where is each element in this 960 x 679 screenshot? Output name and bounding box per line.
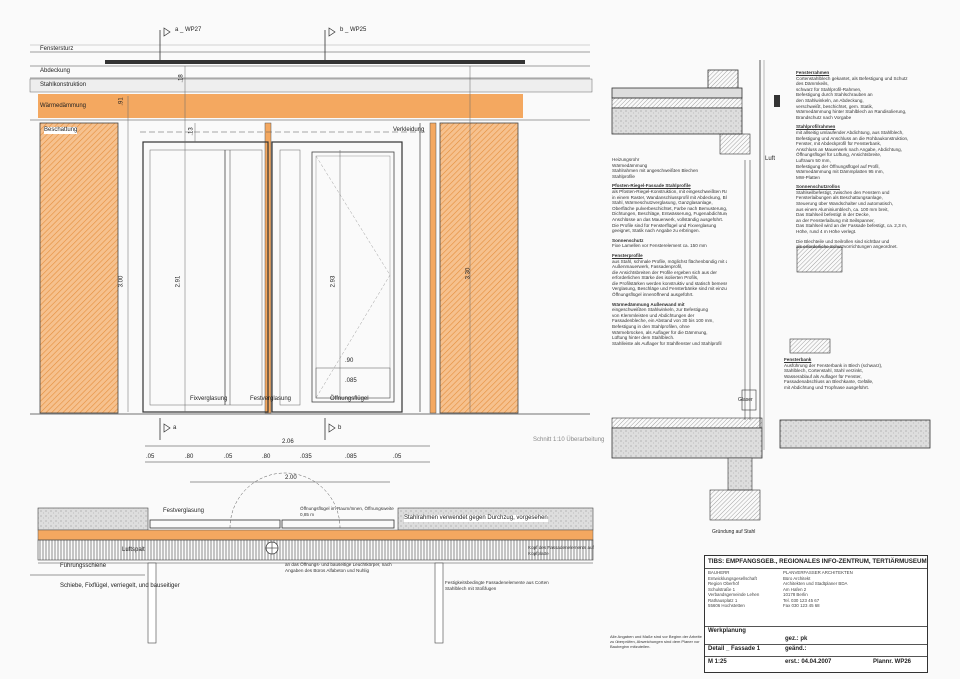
phase-label: Werkplanung [708, 628, 746, 634]
plan-label-kopfbeschlag: Kopf des Fassadenelements auf Kopfplatte [528, 545, 594, 556]
plan-label-schiebe: Schiebe, Fixflügel, verriegelt, und baus… [60, 583, 180, 589]
dim-row-1: .80 [185, 454, 194, 460]
label-beschattung: Beschattung [44, 127, 78, 134]
dim-total: 2.06 [282, 439, 294, 445]
label-detail-ref: Schnitt 1:10 Überarbeitung [533, 437, 605, 443]
dim-row2: 2.00 [285, 475, 297, 481]
dim-row-0: .05 [146, 454, 155, 460]
architect-label: PLANVERFASSER ARCHITEKTEN [783, 570, 853, 575]
section-mark-b: b _ WP25 [340, 27, 367, 33]
label-abdeckung: Abdeckung [40, 68, 71, 74]
footnote: Alle Angaben und Maße sind vor Beginn de… [610, 634, 702, 649]
created-date: erst.: 04.04.2007 [785, 659, 832, 665]
note-r4-line: als erforderliche Schutzvorrichtungen an… [796, 244, 898, 250]
dim-row-4: .035 [300, 454, 312, 460]
architect-line: Architekten und Stadtplaner BDA [783, 581, 848, 586]
section-label-glaser: Glaser [738, 397, 753, 403]
note-p4-line: Stahlleiste als Auflager für Stahlfenste… [612, 340, 722, 346]
section-right-notes: Fensterrahmen Cortenstahlblech gekantet,… [796, 70, 928, 250]
title-block: TIBS: EMPFANGSGEB., REGIONALES INFO-ZENT… [704, 555, 928, 673]
note-r5-title: Fensterbank [784, 357, 812, 362]
bottom-mark-b: b [338, 425, 342, 431]
note-r2-title: Stahlprofilrahmen [796, 124, 836, 130]
section-left-notes: Heizungsrohr Wärmedämmung Stahlrahmen mi… [612, 157, 727, 346]
scale-label: M 1:25 [708, 659, 727, 665]
note-p2-title: Sonnenschutz [612, 237, 644, 243]
project-title: TIBS: EMPFANGSGEB., REGIONALES INFO-ZENT… [708, 558, 927, 565]
plan-label-fluegel: Öffnungsflügel im Raum/Innen, Öffnungswe… [300, 506, 394, 517]
label-fixverglasung: Fixverglasung [190, 396, 228, 402]
dim-row-5: .085 [345, 454, 357, 460]
architect-line: Fax 030 123 45 68 [783, 603, 820, 608]
plan-label-stahlrahmen: Stahlrahmen verwendet gegen Durchzug, vo… [404, 515, 548, 522]
plan-view [30, 472, 594, 644]
plan-label-fassade: Festigkeitsbedingte Fassadenelemente aus… [445, 580, 549, 591]
dim-v-4: 2.91 [175, 275, 182, 288]
dim-v-5: 2.93 [330, 275, 337, 288]
elevation-view [29, 27, 593, 483]
note-r5-line: mit Abdichtung und Tropfnase ausgeführt. [784, 384, 870, 390]
note-p4-title: Wärmedämmung Außenwand mit [612, 301, 685, 307]
plan-label-festverglasung: Festverglasung [163, 508, 205, 515]
dim-row-2: .05 [224, 454, 233, 460]
label-stahlkonstruktion: Stahlkonstruktion [40, 82, 87, 88]
client-line: 55606 Hochstetten [708, 603, 745, 608]
label-daemmung: Wärmedämmung [40, 103, 87, 109]
detail-title: Detail _ Fassade 1 [708, 646, 761, 652]
dim-v-0: .91 [118, 97, 125, 106]
note-p1-line: Anschlüsse an das Mauerwerk, vollständig… [612, 216, 724, 222]
dim-row-6: .05 [393, 454, 402, 460]
architect-block: PLANVERFASSER ARCHITEKTEN Büro Architekt… [783, 570, 853, 609]
dim-v-3: 3.00 [118, 275, 125, 288]
plan-label-luftspalt: Luftspalt [122, 547, 145, 553]
note-p1-line: als Pfosten-Riegel-Konstruktion, mit ein… [612, 188, 727, 194]
plan-number: Plannr. WP26 [873, 659, 912, 665]
section-label-gruendung: Gründung auf Stahl [712, 529, 756, 535]
drawing-sheet: a _ WP27 b _ WP25 Fenstersturz Abdeckung… [0, 0, 960, 679]
client-block: BAUHERR Entwicklungsgesellschaft Region … [708, 570, 759, 609]
drawn-by: gez.: pk [785, 636, 808, 642]
dim-v-1: .18 [178, 74, 185, 83]
note-r1-title: Fensterrahmen [796, 70, 830, 75]
dim-small-1: .085 [345, 378, 357, 384]
plan-label-fuehrungsschiene: Führungsschiene [60, 563, 107, 569]
dim-row-3: .80 [262, 454, 271, 460]
label-verkleidung: Verkleidung [393, 127, 425, 133]
dim-v-2: .13 [188, 127, 195, 136]
footnote-line: Baubeginn mitzuteilen. [610, 644, 651, 649]
note-p3-title: Fensterprofile [612, 252, 643, 258]
section-mark-a: a _ WP27 [175, 27, 202, 33]
section-label-luft: Luft [765, 156, 776, 162]
plan-label-deckenleuchten: an das Öffnungs- und bauseitige Leuchtkö… [285, 562, 392, 573]
bottom-mark-a: a [173, 425, 177, 431]
dim-v-6: 3.30 [465, 267, 472, 280]
section-right-notes-bottom: Fensterbank Ausführung der Fensterbank i… [784, 357, 924, 391]
label-oeffnungsfluegel: Öffnungsflügel [330, 396, 369, 402]
client-line: Verbandsgemeinde Lehen [708, 592, 760, 597]
label-fenstersturz: Fenstersturz [40, 46, 74, 52]
note-r3-title: Sonnenschutzrollos [796, 184, 840, 190]
note-p1-title: Pfosten-Riegel-Fassade Stahlprofile [612, 183, 691, 189]
note-p1-line: Stahl, Wärmeschutzverglasung, Ganzglasan… [612, 200, 713, 206]
label-festverglasung: Festverglasung [250, 396, 292, 402]
changed-label: geänd.: [785, 646, 807, 652]
dim-small-0: .90 [345, 358, 354, 364]
